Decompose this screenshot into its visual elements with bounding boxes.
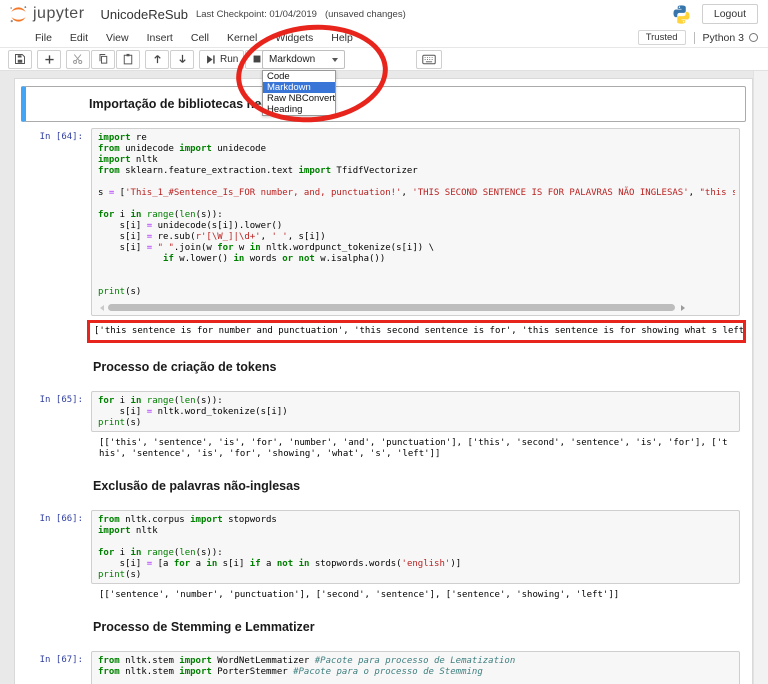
code-output: [['sentence', 'number', 'punctuation'], … [91, 588, 740, 603]
save-icon [14, 53, 26, 65]
code-editor[interactable]: from nltk.corpus import stopwordsimport … [98, 515, 735, 581]
kernel-name-label: Python 3 [703, 32, 744, 44]
command-palette-button[interactable] [416, 50, 442, 69]
kernel-status-icon [749, 33, 758, 42]
paste-icon [122, 53, 134, 65]
add-cell-icon [44, 54, 55, 65]
celltype-dropdown-list: Code Markdown Raw NBConvert Heading [262, 70, 336, 116]
code-cell-66[interactable]: In [66]: from nltk.corpus import stopwor… [21, 504, 746, 609]
markdown-cell-tokens[interactable]: Processo de criação de tokens [21, 349, 746, 385]
code-input[interactable]: import refrom unidecode import unidecode… [91, 128, 740, 316]
python-logo [671, 4, 692, 25]
scrollbar-thumb[interactable] [108, 304, 675, 311]
annotation-box: ['this sentence is for number and punctu… [87, 320, 746, 343]
code-editor[interactable]: from nltk.stem import WordNetLemmatizer … [98, 656, 735, 684]
notebook-title[interactable]: UnicodeReSub [101, 7, 188, 22]
markdown-heading: Processo de criação de tokens [27, 355, 740, 379]
command-palette-icon [422, 54, 436, 65]
menu-item-kernel[interactable]: Kernel [218, 32, 266, 44]
move-up-icon [152, 53, 163, 65]
save-button[interactable] [8, 50, 32, 69]
copy-icon [97, 53, 109, 65]
code-cell-64[interactable]: In [64]: import refrom unidecode import … [21, 122, 746, 349]
code-input[interactable]: from nltk.stem import WordNetLemmatizer … [91, 651, 740, 684]
jupyter-logo[interactable]: jupyter [8, 4, 85, 25]
copy-button[interactable] [91, 50, 115, 69]
cut-button[interactable] [66, 50, 90, 69]
menu-item-cell[interactable]: Cell [182, 32, 218, 44]
run-button-label: Run [220, 54, 238, 65]
code-cell-67[interactable]: In [67]: from nltk.stem import WordNetLe… [21, 645, 746, 684]
page-scrollbar[interactable] [753, 71, 768, 684]
kernel-name: Python 3 [694, 32, 758, 44]
output-prompt-spacer [27, 320, 91, 324]
move-down-icon [177, 53, 188, 65]
output-prompt-spacer [27, 588, 91, 592]
stop-icon [252, 54, 262, 64]
notebook-header: jupyter UnicodeReSub Last Checkpoint: 01… [0, 0, 768, 28]
code-output: ['this sentence is for number and punctu… [92, 325, 741, 338]
unsaved-changes-text: (unsaved changes) [325, 9, 406, 20]
app-name: jupyter [33, 5, 85, 23]
cell-prompt: In [66]: [27, 510, 91, 524]
run-button[interactable]: Run [199, 50, 244, 69]
markdown-heading: Exclusão de palavras não-inglesas [27, 474, 740, 498]
dropdown-option-code[interactable]: Code [263, 71, 335, 82]
code-editor[interactable]: import refrom unidecode import unidecode… [98, 133, 735, 298]
scroll-left-icon[interactable] [100, 305, 104, 311]
menu-item-widgets[interactable]: Widgets [266, 32, 322, 44]
toolbar: Run [0, 48, 768, 71]
move-cell-up-button[interactable] [145, 50, 169, 69]
menu-item-file[interactable]: File [26, 32, 61, 44]
code-output: [['this', 'sentence', 'is', 'for', 'numb… [91, 436, 740, 462]
menubar: File Edit View Insert Cell Kernel Widget… [0, 28, 768, 48]
menu-item-view[interactable]: View [97, 32, 138, 44]
scroll-right-icon[interactable] [681, 305, 685, 311]
menu-item-help[interactable]: Help [322, 32, 362, 44]
markdown-heading: Processo de Stemming e Lemmatizer [27, 615, 740, 639]
notebook-container: Importação de bibliotecas necessárias In… [14, 78, 753, 684]
jupyter-logo-icon [8, 4, 29, 25]
code-editor[interactable]: for i in range(len(s)): s[i] = nltk.word… [98, 396, 735, 429]
dropdown-option-markdown[interactable]: Markdown [263, 82, 335, 93]
dropdown-option-raw-nbconvert[interactable]: Raw NBConvert [263, 93, 335, 104]
dropdown-option-heading[interactable]: Heading [263, 104, 335, 115]
run-icon [205, 54, 216, 65]
move-cell-down-button[interactable] [170, 50, 194, 69]
code-cell-65[interactable]: In [65]: for i in range(len(s)): s[i] = … [21, 385, 746, 468]
menu-item-edit[interactable]: Edit [61, 32, 97, 44]
markdown-cell-imports[interactable]: Importação de bibliotecas necessárias [21, 86, 746, 122]
markdown-heading: Importação de bibliotecas necessárias [27, 92, 740, 116]
notebook-area: Importação de bibliotecas necessárias In… [0, 71, 768, 684]
celltype-select[interactable]: Markdown [262, 50, 345, 69]
cut-icon [72, 53, 84, 65]
cell-prompt: In [65]: [27, 391, 91, 405]
code-input[interactable]: from nltk.corpus import stopwordsimport … [91, 510, 740, 584]
code-input[interactable]: for i in range(len(s)): s[i] = nltk.word… [91, 391, 740, 432]
markdown-cell-stopwords[interactable]: Exclusão de palavras não-inglesas [21, 468, 746, 504]
celltype-select-value: Markdown [269, 54, 332, 65]
paste-button[interactable] [116, 50, 140, 69]
logout-button[interactable]: Logout [702, 4, 758, 24]
menu-item-insert[interactable]: Insert [138, 32, 182, 44]
caret-down-icon [332, 58, 338, 62]
output-prompt-spacer [27, 436, 91, 440]
checkpoint-text: Last Checkpoint: 01/04/2019 [196, 9, 317, 20]
markdown-cell-stemming[interactable]: Processo de Stemming e Lemmatizer [21, 609, 746, 645]
add-cell-button[interactable] [37, 50, 61, 69]
cell-prompt: In [67]: [27, 651, 91, 665]
horizontal-scrollbar[interactable] [100, 304, 733, 311]
cell-prompt: In [64]: [27, 128, 91, 142]
trusted-badge: Trusted [638, 30, 686, 45]
